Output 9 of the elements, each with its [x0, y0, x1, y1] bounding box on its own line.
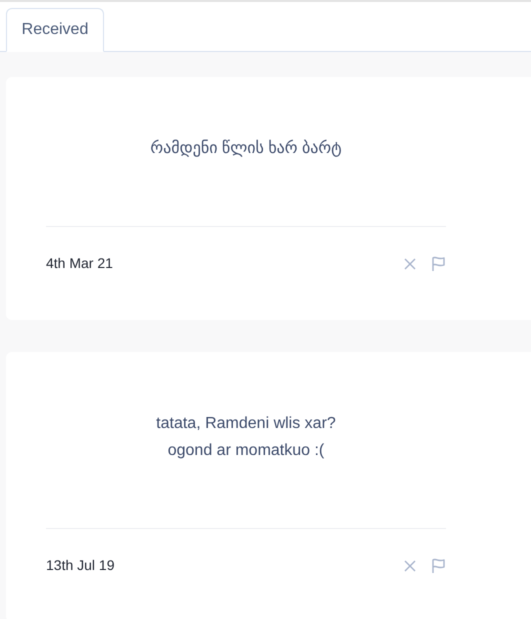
message-date: 4th Mar 21 — [46, 254, 113, 273]
message-text: რამდენი წლის ხარ ბარტ — [149, 138, 343, 159]
flag-icon[interactable] — [431, 256, 446, 272]
flag-icon[interactable] — [431, 558, 446, 574]
close-icon[interactable] — [403, 558, 417, 572]
close-icon[interactable] — [403, 256, 417, 270]
tab[interactable]: Received — [6, 8, 104, 52]
message-text: tatata, Ramdeni wlis xar? ogond ar momatkuo :( — [155, 414, 337, 461]
message-date: 13th Jul 19 — [46, 556, 114, 575]
